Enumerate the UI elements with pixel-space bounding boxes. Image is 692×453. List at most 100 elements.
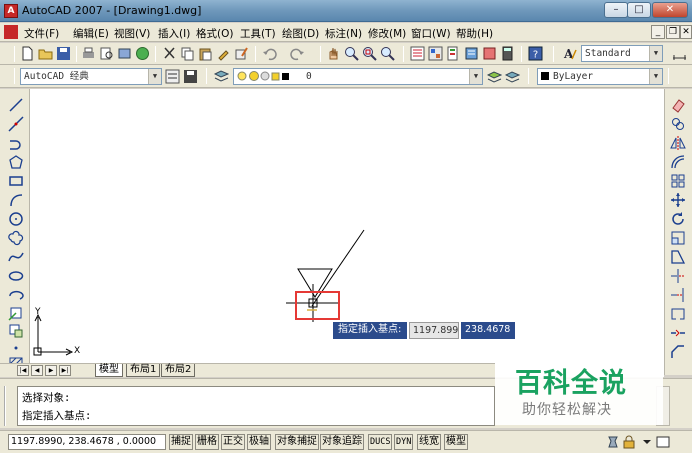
color-select[interactable]: ByLayer ▼ (537, 68, 663, 85)
tab-model[interactable]: 模型 (95, 364, 123, 377)
toolbar-grip[interactable] (553, 46, 554, 62)
doc-close-button[interactable]: ✕ (680, 25, 692, 39)
circle-icon[interactable] (8, 211, 24, 227)
stretch-icon[interactable] (670, 249, 686, 265)
quickcalc-icon[interactable] (500, 46, 515, 61)
insert-block-icon[interactable] (8, 305, 24, 321)
first-tab-button[interactable]: |◀ (17, 365, 29, 376)
design-center-icon[interactable] (428, 46, 443, 61)
extend-icon[interactable] (670, 287, 686, 303)
make-layer-current-icon[interactable] (487, 69, 502, 84)
menu-help[interactable]: 帮助(H) (456, 26, 493, 41)
menu-window[interactable]: 窗口(W) (411, 26, 451, 41)
command-history[interactable]: 选择对象: 指定插入基点: (17, 386, 495, 426)
layer-select[interactable]: 0 ▼ (233, 68, 483, 85)
open-icon[interactable] (38, 46, 53, 61)
revision-cloud-icon[interactable] (8, 230, 24, 246)
preview-icon[interactable] (99, 46, 114, 61)
lock-icon[interactable] (622, 435, 636, 449)
move-icon[interactable] (670, 192, 686, 208)
dynamic-input-x-field[interactable]: 1197.899 (409, 322, 459, 339)
ellipse-icon[interactable] (8, 268, 24, 284)
prev-tab-button[interactable]: ◀ (31, 365, 43, 376)
menu-draw[interactable]: 绘图(D) (282, 26, 319, 41)
workspace-select[interactable]: AutoCAD 经典 ▼ (20, 68, 162, 85)
help-icon[interactable]: ? (528, 46, 543, 61)
undo-icon[interactable] (262, 46, 277, 61)
paste-icon[interactable] (198, 46, 213, 61)
grid-toggle[interactable]: 栅格 (195, 434, 219, 450)
menu-file[interactable]: 文件(F) (24, 26, 59, 41)
zoom-realtime-icon[interactable] (344, 46, 359, 61)
document-icon[interactable] (4, 25, 18, 39)
print-icon[interactable] (81, 46, 96, 61)
match-properties-icon[interactable] (216, 46, 231, 61)
trim-icon[interactable] (670, 268, 686, 284)
spline-icon[interactable] (8, 249, 24, 265)
menu-view[interactable]: 视图(V) (114, 26, 150, 41)
chevron-down-icon[interactable] (640, 435, 654, 449)
dyn-toggle[interactable]: DYN (394, 434, 414, 450)
redo-icon[interactable] (290, 46, 305, 61)
ellipse-arc-icon[interactable] (8, 287, 24, 303)
save-workspace-icon[interactable] (183, 69, 198, 84)
minimize-button[interactable]: – (604, 2, 628, 18)
text-style-icon[interactable]: A (562, 46, 577, 61)
workspace-settings-icon[interactable] (165, 69, 180, 84)
sheet-set-icon[interactable] (464, 46, 479, 61)
toolbar-grip[interactable] (14, 68, 15, 84)
osnap-toggle[interactable]: 对象捕捉 (275, 434, 319, 450)
chamfer-icon[interactable] (670, 344, 686, 360)
communication-center-icon[interactable] (606, 435, 620, 449)
offset-icon[interactable] (670, 154, 686, 170)
scale-icon[interactable] (670, 230, 686, 246)
layer-previous-icon[interactable] (505, 69, 520, 84)
snap-toggle[interactable]: 捕捉 (169, 434, 193, 450)
copy-icon[interactable] (180, 46, 195, 61)
clean-screen-icon[interactable] (656, 435, 670, 449)
command-window-grip[interactable] (4, 386, 13, 426)
publish-icon[interactable] (117, 46, 132, 61)
tab-layout2[interactable]: 布局2 (161, 364, 196, 377)
model-toggle[interactable]: 模型 (444, 434, 468, 450)
line-icon[interactable] (8, 97, 24, 113)
ducs-toggle[interactable]: DUCS (368, 434, 393, 450)
maximize-button[interactable]: □ (627, 2, 651, 18)
text-style-select[interactable]: Standard ▼ (581, 45, 663, 62)
toolbar-grip[interactable] (206, 68, 207, 84)
last-tab-button[interactable]: ▶| (59, 365, 71, 376)
join-icon[interactable] (670, 325, 686, 341)
properties-icon[interactable] (410, 46, 425, 61)
otrack-toggle[interactable]: 对象追踪 (320, 434, 364, 450)
menu-insert[interactable]: 插入(I) (158, 26, 190, 41)
point-icon[interactable] (8, 340, 24, 356)
polyline-icon[interactable] (8, 135, 24, 151)
menu-tools[interactable]: 工具(T) (240, 26, 276, 41)
3d-dwf-icon[interactable] (135, 46, 150, 61)
ortho-toggle[interactable]: 正交 (221, 434, 245, 450)
tool-palettes-icon[interactable] (446, 46, 461, 61)
menu-format[interactable]: 格式(O) (196, 26, 233, 41)
tab-layout1[interactable]: 布局1 (126, 364, 161, 377)
construction-line-icon[interactable] (8, 116, 24, 132)
polar-toggle[interactable]: 极轴 (247, 434, 271, 450)
menu-modify[interactable]: 修改(M) (368, 26, 406, 41)
toolbar-grip[interactable] (528, 68, 529, 84)
arc-icon[interactable] (8, 192, 24, 208)
polygon-icon[interactable] (8, 154, 24, 170)
layer-manager-icon[interactable] (214, 69, 229, 84)
new-icon[interactable] (20, 46, 35, 61)
menu-edit[interactable]: 编辑(E) (73, 26, 109, 41)
toolbar-grip[interactable] (14, 46, 15, 62)
dim-style-icon[interactable] (672, 46, 687, 61)
lineweight-toggle[interactable]: 线宽 (417, 434, 441, 450)
doc-minimize-button[interactable]: _ (651, 25, 665, 39)
autocad-app-icon[interactable]: A (4, 4, 18, 18)
pan-icon[interactable] (326, 46, 341, 61)
menu-dimension[interactable]: 标注(N) (325, 26, 362, 41)
zoom-previous-icon[interactable] (380, 46, 395, 61)
coordinate-display[interactable]: 1197.8990, 238.4678 , 0.0000 (8, 434, 166, 450)
dynamic-input-y-field[interactable]: 238.4678 (461, 322, 515, 339)
array-icon[interactable] (670, 173, 686, 189)
markup-icon[interactable] (482, 46, 497, 61)
